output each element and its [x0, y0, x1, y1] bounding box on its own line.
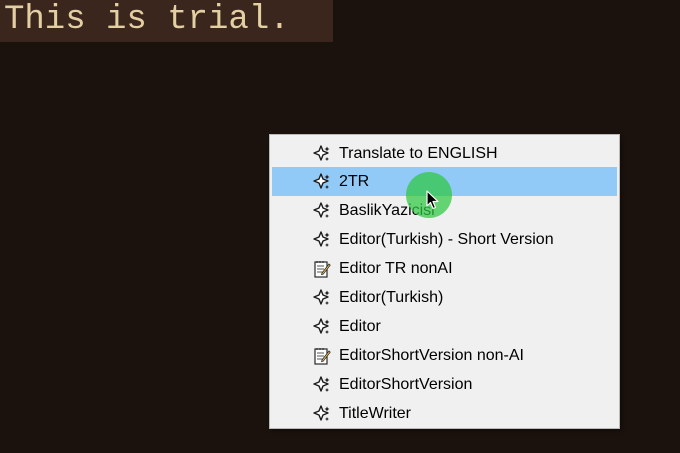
menu-item-editor-turkish-short[interactable]: Editor(Turkish) - Short Version — [272, 225, 617, 254]
menu-item-editor-short-version[interactable]: EditorShortVersion — [272, 370, 617, 399]
menu-item-label: Editor — [339, 317, 381, 335]
menu-item-label: EditorShortVersion non-AI — [339, 346, 524, 364]
menu-item-editor-short-version-nonai[interactable]: EditorShortVersion non-AI — [272, 341, 617, 370]
sparkle-icon — [312, 288, 332, 308]
menu-item-label: 2TR — [339, 172, 370, 190]
menu-item-label: Editor(Turkish) — [339, 288, 444, 306]
notepad-icon — [312, 259, 332, 279]
sparkle-icon — [312, 317, 332, 337]
sparkle-icon — [312, 404, 332, 424]
menu-item-translate-to-english[interactable]: Translate to ENGLISH — [272, 139, 617, 168]
menu-item-editor[interactable]: Editor — [272, 312, 617, 341]
editor-text[interactable]: This is trial. — [4, 0, 290, 40]
menu-item-label: EditorShortVersion — [339, 375, 473, 393]
menu-item-label: Translate to ENGLISH — [339, 144, 498, 162]
menu-item-label: Editor TR nonAI — [339, 259, 453, 277]
menu-item-label: TitleWriter — [339, 404, 411, 422]
sparkle-icon — [312, 201, 332, 221]
screen: This is trial. Translate to ENGLISH 2TR … — [0, 0, 680, 453]
notepad-icon — [312, 346, 332, 366]
menu-item-label: Editor(Turkish) - Short Version — [339, 230, 554, 248]
sparkle-icon — [312, 172, 332, 192]
menu-item-editor-turkish[interactable]: Editor(Turkish) — [272, 283, 617, 312]
sparkle-icon — [312, 230, 332, 250]
menu-item-editor-tr-nonai[interactable]: Editor TR nonAI — [272, 254, 617, 283]
sparkle-icon — [312, 144, 332, 164]
sparkle-icon — [312, 375, 332, 395]
menu-item-title-writer[interactable]: TitleWriter — [272, 399, 617, 428]
mouse-pointer-icon — [426, 190, 439, 210]
editor-current-line[interactable]: This is trial. — [0, 0, 333, 42]
